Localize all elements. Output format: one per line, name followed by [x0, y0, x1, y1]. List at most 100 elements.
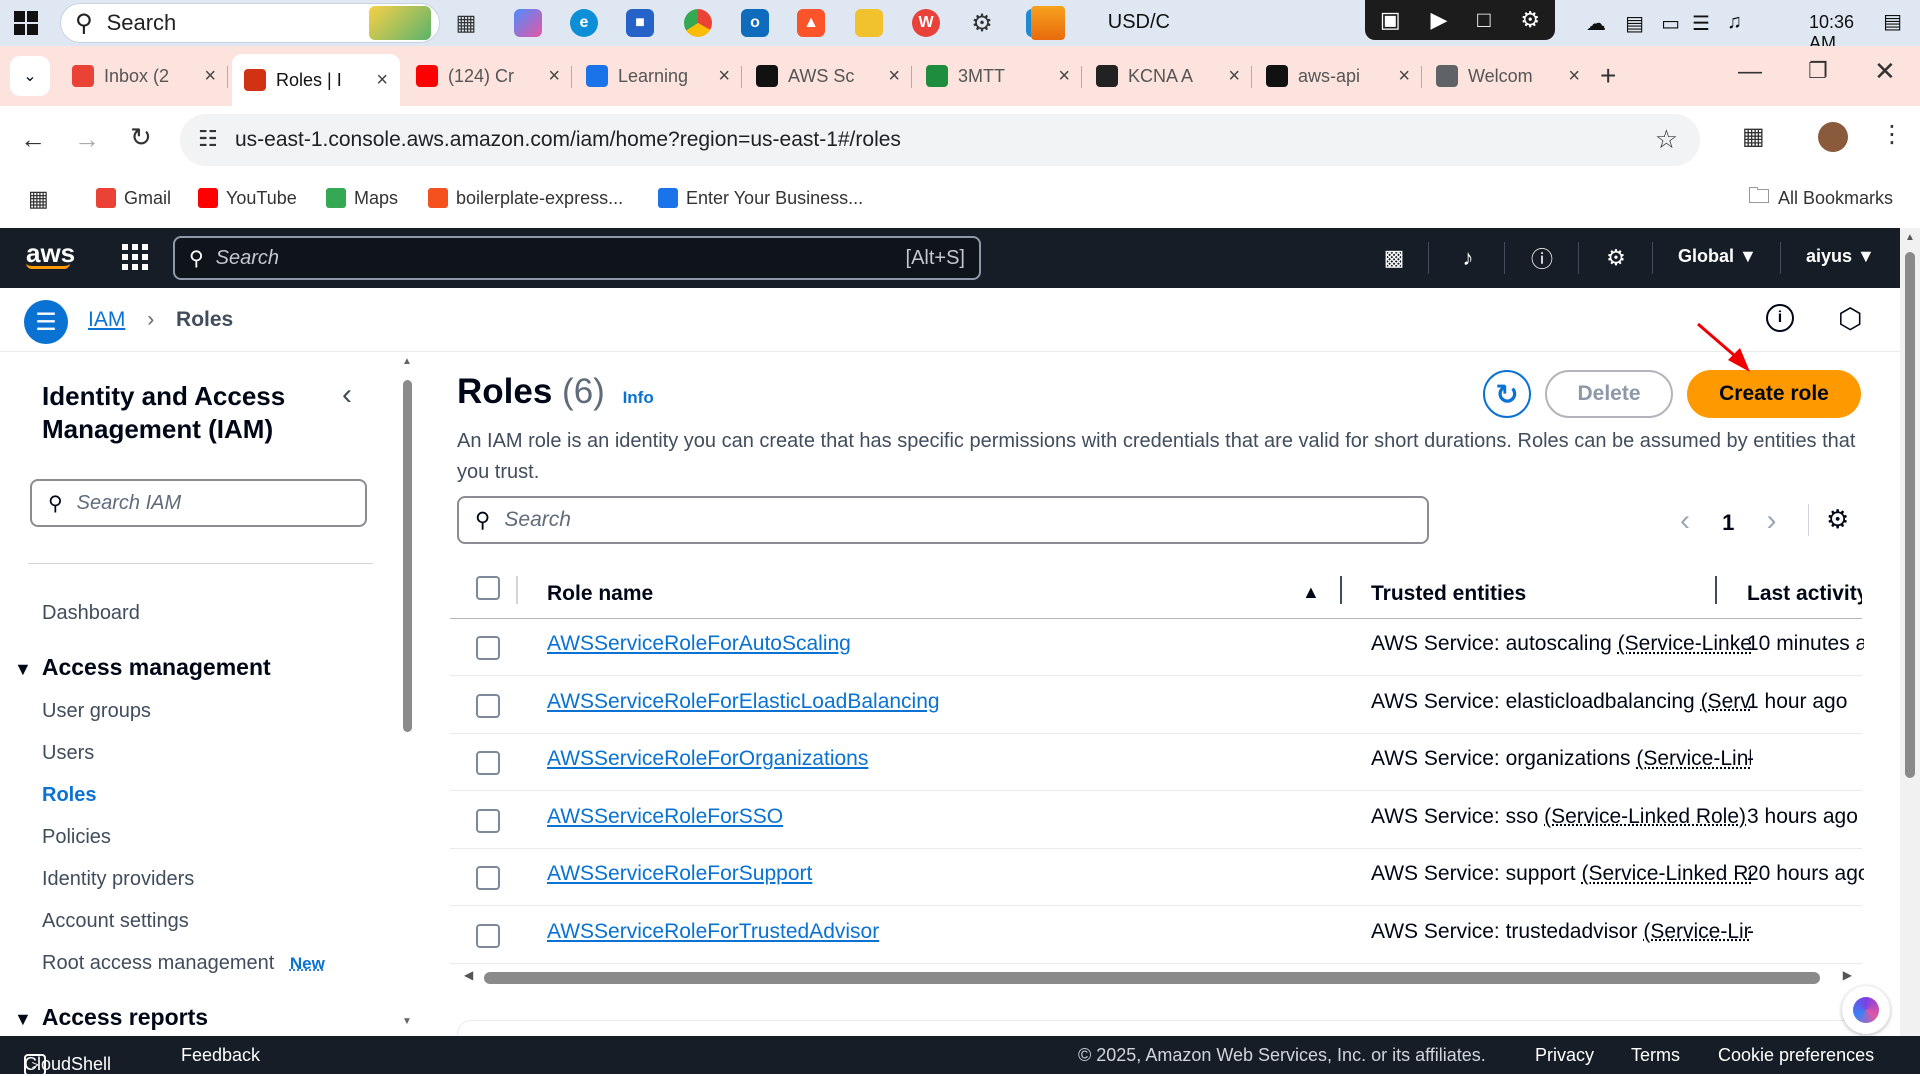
hexagon-panel-icon[interactable]: ⬡	[1838, 302, 1862, 335]
forward-icon[interactable]: →	[74, 124, 100, 155]
service-linked-role-popover[interactable]: (Service-Linked Role)	[1643, 920, 1751, 943]
stack-app-icon[interactable]	[1031, 6, 1065, 40]
sidebar-item-root-access-management[interactable]: Root access management New	[42, 952, 325, 975]
sidebar-item-roles[interactable]: Roles	[42, 784, 96, 807]
privacy-link[interactable]: Privacy	[1535, 1045, 1594, 1066]
next-page-icon[interactable]: ›	[1767, 504, 1777, 537]
close-tab-icon[interactable]: ×	[888, 65, 900, 88]
new-tab-button[interactable]: +	[1600, 60, 1616, 92]
row-checkbox[interactable]	[476, 923, 500, 948]
delete-button[interactable]: Delete	[1545, 370, 1673, 418]
iam-search-input[interactable]: ⚲ Search IAM	[30, 479, 367, 527]
wifi-icon[interactable]: ☰	[1692, 11, 1710, 36]
settings-icon[interactable]: ⚙	[1600, 242, 1632, 274]
volume-icon[interactable]: ♫	[1727, 11, 1742, 34]
service-linked-role-popover[interactable]: (Service-Linked Role)	[1636, 747, 1751, 770]
tab-9[interactable]: Welcom ×	[1424, 54, 1592, 98]
row-checkbox[interactable]	[476, 751, 500, 775]
feedback-link[interactable]: Feedback	[181, 1045, 260, 1066]
role-name-link[interactable]: AWSServiceRoleForTrustedAdvisor	[547, 920, 879, 944]
section-access-management[interactable]: ▼ Access management	[14, 654, 271, 681]
cloud-sync-icon[interactable]: ☁	[1586, 11, 1606, 36]
region-selector[interactable]: Global ▼	[1678, 246, 1757, 267]
sidebar-item-users[interactable]: Users	[42, 742, 94, 765]
extensions-icon[interactable]: ▦	[1742, 122, 1765, 151]
display-icon[interactable]: ▤	[1625, 11, 1644, 36]
info-panel-icon[interactable]: i	[1766, 304, 1794, 332]
window-capture-icon[interactable]: □	[1477, 7, 1490, 33]
close-tab-icon[interactable]: ×	[204, 65, 216, 88]
restore-button[interactable]: ❐	[1808, 58, 1828, 84]
role-name-link[interactable]: AWSServiceRoleForOrganizations	[547, 747, 868, 771]
tab-3[interactable]: (124) Cr ×	[404, 54, 572, 98]
reload-icon[interactable]: ↻	[130, 122, 152, 153]
service-linked-role-popover[interactable]: (Service-Linked Role)	[1544, 805, 1746, 828]
section-access-reports[interactable]: ▼ Access reports	[14, 1004, 208, 1031]
all-bookmarks[interactable]: 🗀 All Bookmarks	[1748, 176, 1893, 220]
camera-icon[interactable]: ▣	[1380, 7, 1401, 33]
edge-icon[interactable]: e	[570, 9, 598, 37]
chrome-icon[interactable]	[684, 9, 712, 37]
account-menu[interactable]: aiyus ▼	[1806, 246, 1875, 267]
sidebar-item-identity-providers[interactable]: Identity providers	[42, 868, 194, 891]
tab-4[interactable]: Learning ×	[574, 54, 742, 98]
bookmark-1[interactable]: Gmail	[96, 176, 171, 220]
copilot-icon[interactable]	[514, 9, 542, 37]
bookmark-4[interactable]: boilerplate-express...	[428, 176, 623, 220]
sidebar-item-policies[interactable]: Policies	[42, 826, 111, 849]
notifications-icon[interactable]: ▤	[1883, 9, 1902, 34]
battery-icon[interactable]: ▭	[1661, 11, 1680, 36]
profile-avatar[interactable]	[1818, 122, 1848, 152]
brave-icon[interactable]: ▲	[797, 9, 825, 37]
aws-logo[interactable]: aws	[26, 238, 75, 269]
collapse-sidebar-icon[interactable]: ‹	[342, 378, 352, 412]
outlook-icon[interactable]: o	[741, 9, 769, 37]
bookmark-3[interactable]: Maps	[326, 176, 398, 220]
page-scrollbar[interactable]: ▲	[1900, 228, 1920, 1036]
close-tab-icon[interactable]: ×	[376, 69, 388, 92]
tab-7[interactable]: KCNA A ×	[1084, 54, 1252, 98]
tab-2[interactable]: Roles | I ×	[232, 54, 400, 106]
bookmark-star-icon[interactable]: ☆	[1655, 124, 1678, 155]
row-checkbox[interactable]	[476, 693, 500, 718]
info-link[interactable]: Info	[623, 388, 654, 407]
url-text[interactable]: us-east-1.console.aws.amazon.com/iam/hom…	[235, 128, 901, 152]
video-icon[interactable]: ▶	[1431, 7, 1448, 33]
services-grid-icon[interactable]	[122, 244, 148, 270]
settings-gear-icon[interactable]: ⚙	[968, 9, 996, 37]
close-tab-icon[interactable]: ×	[548, 65, 560, 88]
previous-page-icon[interactable]: ‹	[1680, 504, 1690, 537]
task-view-icon[interactable]: ▦	[452, 9, 480, 37]
windows-start-icon[interactable]	[14, 11, 38, 35]
sidebar-item-account-settings[interactable]: Account settings	[42, 910, 189, 933]
minimize-button[interactable]: —	[1738, 58, 1762, 86]
close-tab-icon[interactable]: ×	[1398, 65, 1410, 88]
bookmark-5[interactable]: Enter Your Business...	[658, 176, 863, 220]
breadcrumb-iam-link[interactable]: IAM	[88, 308, 125, 331]
column-header-last-activity[interactable]: Last activity	[1747, 582, 1862, 606]
close-tab-icon[interactable]: ×	[1058, 65, 1070, 88]
tab-8[interactable]: aws-api ×	[1254, 54, 1422, 98]
side-nav-toggle-icon[interactable]: ☰	[24, 300, 68, 344]
close-tab-icon[interactable]: ×	[1568, 65, 1580, 88]
close-tab-icon[interactable]: ×	[1228, 65, 1240, 88]
notifications-bell-icon[interactable]: ♪	[1452, 242, 1484, 274]
service-linked-role-popover[interactable]: (Service-Linked Role)	[1618, 632, 1751, 655]
select-all-checkbox[interactable]	[476, 576, 500, 600]
cookie-preferences-link[interactable]: Cookie preferences	[1718, 1045, 1874, 1066]
aws-search-input[interactable]: ⚲ Search [Alt+S]	[173, 236, 981, 280]
sidebar-scrollbar[interactable]: ▲ ▼	[400, 352, 414, 1036]
role-name-link[interactable]: AWSServiceRoleForAutoScaling	[547, 632, 851, 656]
current-page[interactable]: 1	[1722, 510, 1734, 535]
file-explorer-icon[interactable]	[855, 9, 883, 37]
row-checkbox[interactable]	[476, 866, 500, 890]
role-name-link[interactable]: AWSServiceRoleForElasticLoadBalancing	[547, 690, 940, 714]
role-name-link[interactable]: AWSServiceRoleForSupport	[547, 862, 812, 886]
back-icon[interactable]: ←	[20, 124, 46, 155]
assistant-icon[interactable]	[1842, 986, 1890, 1034]
wps-icon[interactable]: W	[912, 9, 940, 37]
sort-ascending-icon[interactable]: ▲	[1302, 582, 1320, 603]
table-horizontal-scrollbar[interactable]: ◀ ▶	[460, 968, 1856, 986]
sidebar-item-dashboard[interactable]: Dashboard	[42, 602, 140, 625]
service-linked-role-popover[interactable]: (Service-Linked Role)	[1581, 862, 1751, 885]
